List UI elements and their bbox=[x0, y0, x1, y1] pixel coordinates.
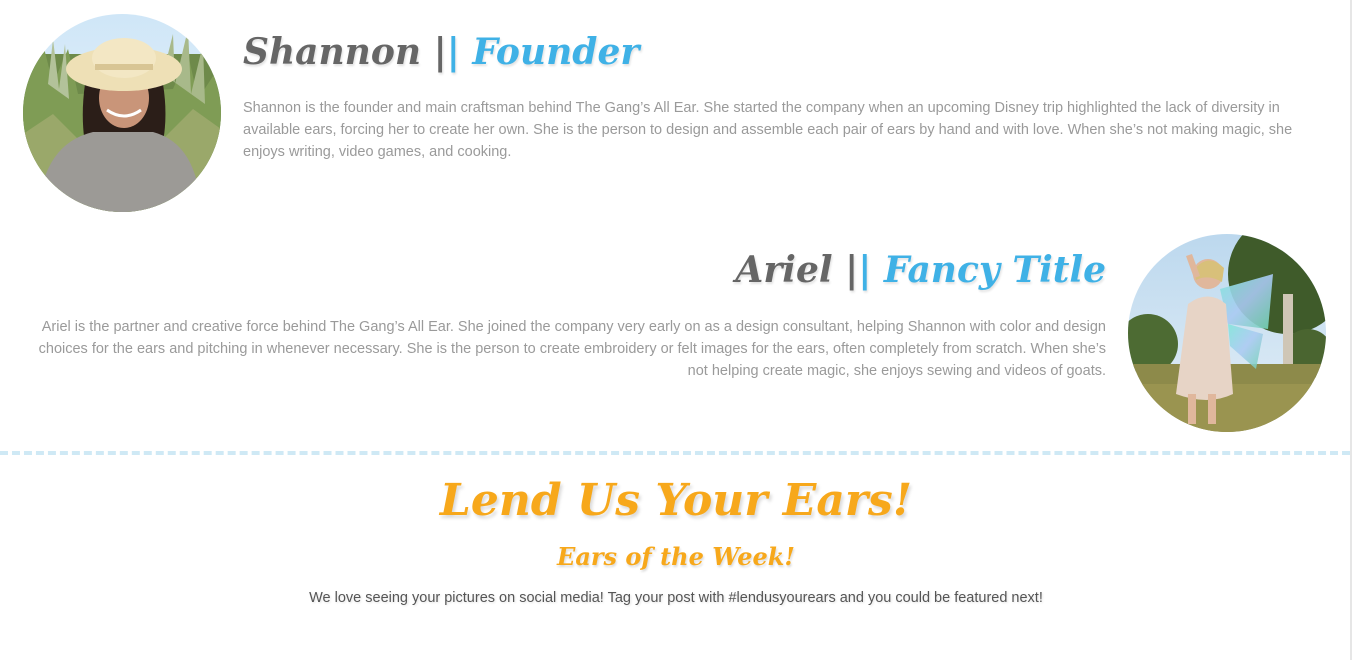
member-name: Shannon bbox=[243, 31, 422, 73]
ariel-heading: Ariel || Fancy Title bbox=[735, 248, 1106, 292]
ariel-photo bbox=[1128, 234, 1326, 432]
feature-title: Lend Us Your Ears! bbox=[439, 475, 913, 526]
name-separator: | bbox=[845, 249, 859, 291]
section-divider bbox=[0, 451, 1350, 455]
shannon-heading: Shannon || Founder bbox=[243, 30, 639, 74]
shannon-photo bbox=[23, 14, 221, 212]
member-role: Fancy Title bbox=[883, 249, 1106, 291]
feature-description: We love seeing your pictures on social m… bbox=[309, 590, 1043, 606]
ariel-bio: Ariel is the partner and creative force … bbox=[38, 319, 1106, 379]
feature-subtitle: Ears of the Week! bbox=[557, 542, 795, 571]
about-page: Shannon || Founder Shannon is the founde… bbox=[0, 0, 1352, 660]
name-separator: | bbox=[433, 31, 447, 73]
member-role: Founder bbox=[472, 31, 640, 73]
name-separator-accent: | bbox=[446, 31, 460, 73]
member-name: Ariel bbox=[735, 249, 833, 291]
shannon-bio: Shannon is the founder and main craftsma… bbox=[243, 100, 1293, 160]
name-separator-accent: | bbox=[858, 249, 872, 291]
